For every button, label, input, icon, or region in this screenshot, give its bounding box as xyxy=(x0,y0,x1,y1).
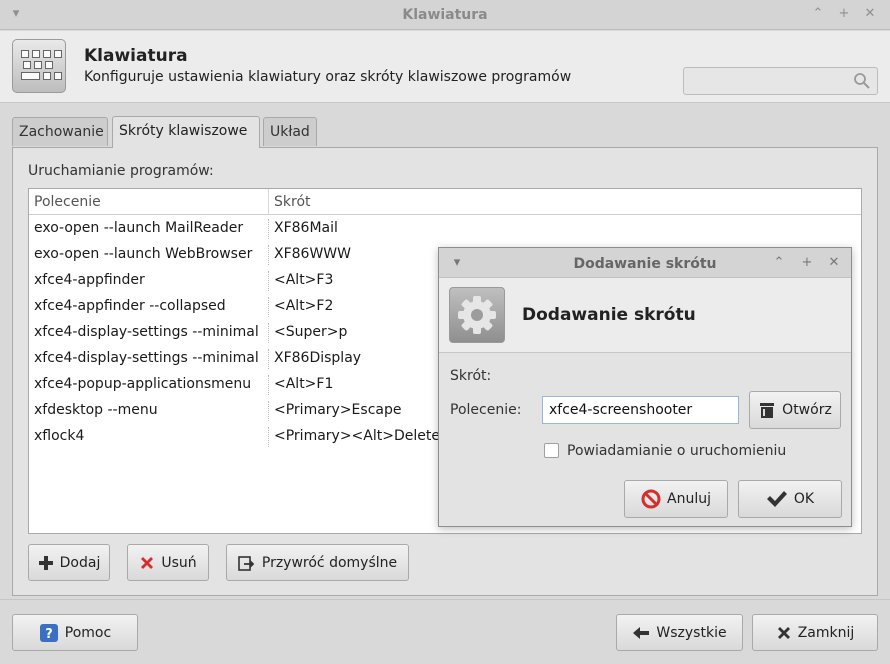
shortcut-cell: <Alt>F2 xyxy=(274,298,334,314)
cancel-button[interactable]: Anuluj xyxy=(624,480,728,518)
restore-icon xyxy=(238,555,255,571)
help-button[interactable]: ? Pomoc xyxy=(12,614,138,651)
settings-header: Klawiatura Konfiguruje ustawienia klawia… xyxy=(0,31,890,103)
section-label: Uruchamianie programów: xyxy=(28,163,214,179)
help-icon: ? xyxy=(39,623,58,642)
command-cell: xfce4-display-settings --minimal xyxy=(34,350,259,366)
help-button-label: Pomoc xyxy=(64,624,112,641)
cancel-button-label: Anuluj xyxy=(667,491,711,507)
remove-icon xyxy=(141,556,154,569)
command-cell: xfce4-appfinder --collapsed xyxy=(34,298,226,314)
shortcut-cell: XF86WWW xyxy=(274,246,351,262)
maximize-icon[interactable]: + xyxy=(836,6,852,22)
gear-icon xyxy=(449,287,505,343)
add-shortcut-dialog: ▾ Dodawanie skrótu ⌃ + ✕ Dodawanie skrót… xyxy=(438,247,852,527)
command-cell: xfce4-appfinder xyxy=(34,272,145,288)
notify-checkbox[interactable] xyxy=(544,443,559,458)
dialog-maximize-icon[interactable]: + xyxy=(799,255,815,271)
command-field[interactable] xyxy=(542,396,739,424)
restore-defaults-label: Przywróć domyślne xyxy=(261,554,398,571)
page-title: Klawiatura xyxy=(84,46,188,66)
minimize-icon[interactable]: ⌃ xyxy=(810,6,826,22)
ok-button[interactable]: OK xyxy=(738,480,842,518)
trash-icon xyxy=(760,403,775,418)
window-title: Klawiatura xyxy=(402,7,488,23)
tab-zachowanie[interactable]: Zachowanie xyxy=(12,117,108,146)
shortcut-cell: XF86Mail xyxy=(274,220,338,236)
dialog-title: Dodawanie skrótu xyxy=(573,256,717,272)
table-header: Polecenie Skrót xyxy=(29,189,861,215)
all-settings-button[interactable]: Wszystkie xyxy=(616,614,743,651)
plus-icon xyxy=(38,555,53,570)
dialog-heading: Dodawanie skrótu xyxy=(522,305,696,325)
dialog-header: Dodawanie skrótu xyxy=(439,278,851,353)
add-button[interactable]: Dodaj xyxy=(28,544,110,581)
command-cell: xfdesktop --menu xyxy=(34,402,158,418)
shortcut-cell: <Super>p xyxy=(274,324,348,340)
shortcut-label: Skrót: xyxy=(450,368,492,384)
notify-label: Powiadamianie o uruchomieniu xyxy=(567,443,787,459)
column-header-command[interactable]: Polecenie xyxy=(34,194,101,210)
command-cell: xfce4-popup-applicationsmenu xyxy=(34,376,252,392)
open-button-label: Otwórz xyxy=(782,402,832,418)
dialog-close-icon[interactable]: ✕ xyxy=(826,255,842,271)
command-cell: exo-open --launch MailReader xyxy=(34,220,244,236)
column-header-shortcut[interactable]: Skrót xyxy=(274,194,311,210)
command-label: Polecenie: xyxy=(450,402,522,418)
shortcut-cell: XF86Display xyxy=(274,350,362,366)
command-cell: exo-open --launch WebBrowser xyxy=(34,246,253,262)
tab-uklad[interactable]: Układ xyxy=(263,117,317,146)
add-button-label: Dodaj xyxy=(59,554,101,571)
restore-defaults-button[interactable]: Przywróć domyślne xyxy=(226,544,409,581)
ok-button-label: OK xyxy=(793,491,815,507)
remove-button-label: Usuń xyxy=(161,554,197,571)
tab-skroty-klawiszowe[interactable]: Skróty klawiszowe xyxy=(112,116,260,148)
cancel-icon xyxy=(641,489,661,509)
command-cell: xflock4 xyxy=(34,428,85,444)
dialog-titlebar[interactable]: ▾ Dodawanie skrótu ⌃ + ✕ xyxy=(439,248,851,278)
page-subtitle: Konfiguruje ustawienia klawiatury oraz s… xyxy=(84,69,572,85)
search-icon xyxy=(854,73,870,89)
command-cell: xfce4-display-settings --minimal xyxy=(34,324,259,340)
remove-button[interactable]: Usuń xyxy=(127,544,209,581)
window-titlebar[interactable]: ▾ Klawiatura ⌃ + ✕ xyxy=(0,0,890,30)
close-icon xyxy=(777,626,790,639)
keyboard-icon xyxy=(12,39,66,93)
footer-divider xyxy=(0,599,890,600)
table-row[interactable]: exo-open --launch MailReader XF86Mail xyxy=(29,216,861,242)
close-button-label: Zamknij xyxy=(797,624,855,641)
shortcut-cell: <Primary><Alt>Delete xyxy=(274,428,440,444)
svg-text:?: ? xyxy=(45,627,53,642)
close-button[interactable]: Zamknij xyxy=(752,614,878,651)
open-button[interactable]: Otwórz xyxy=(749,391,841,429)
search-input[interactable] xyxy=(683,67,878,95)
shortcut-cell: <Primary>Escape xyxy=(274,402,402,418)
close-window-icon[interactable]: ✕ xyxy=(862,6,878,22)
shortcut-cell: <Alt>F1 xyxy=(274,376,334,392)
shortcut-cell: <Alt>F3 xyxy=(274,272,334,288)
dialog-minimize-icon[interactable]: ⌃ xyxy=(771,255,787,271)
checkmark-icon xyxy=(766,491,787,507)
arrow-left-icon xyxy=(633,626,650,639)
all-settings-label: Wszystkie xyxy=(656,624,727,641)
